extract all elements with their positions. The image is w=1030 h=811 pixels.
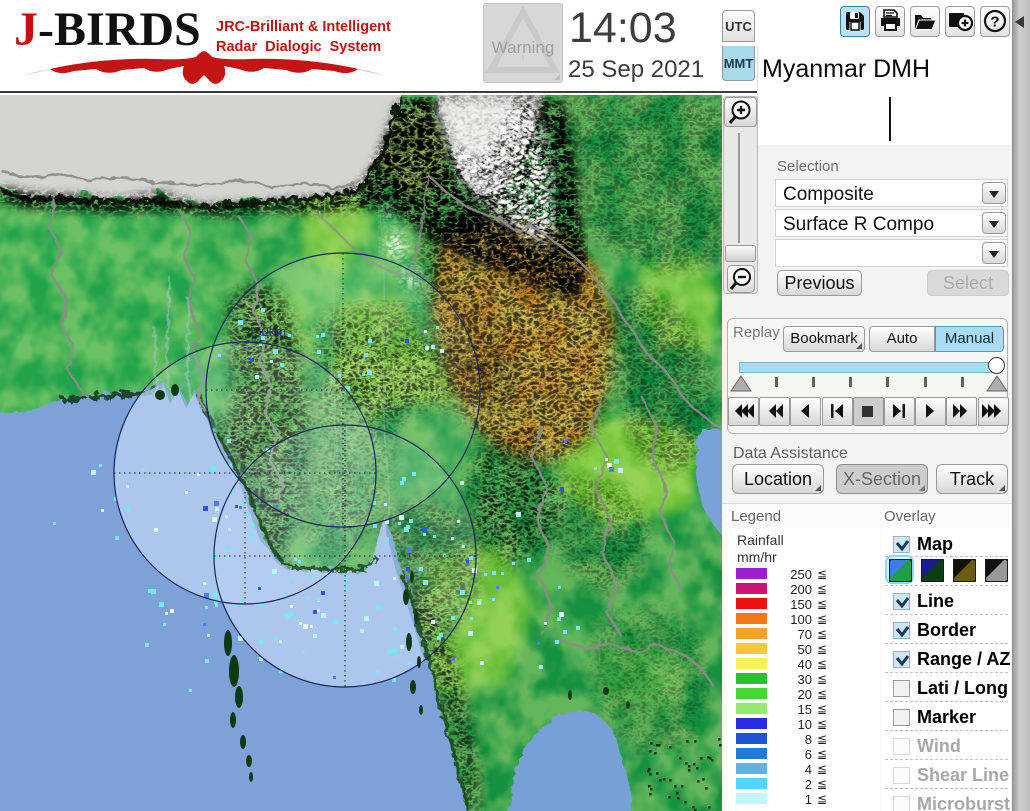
svg-text:?: ? bbox=[990, 14, 999, 31]
svg-text:450km: 450km bbox=[247, 324, 286, 339]
